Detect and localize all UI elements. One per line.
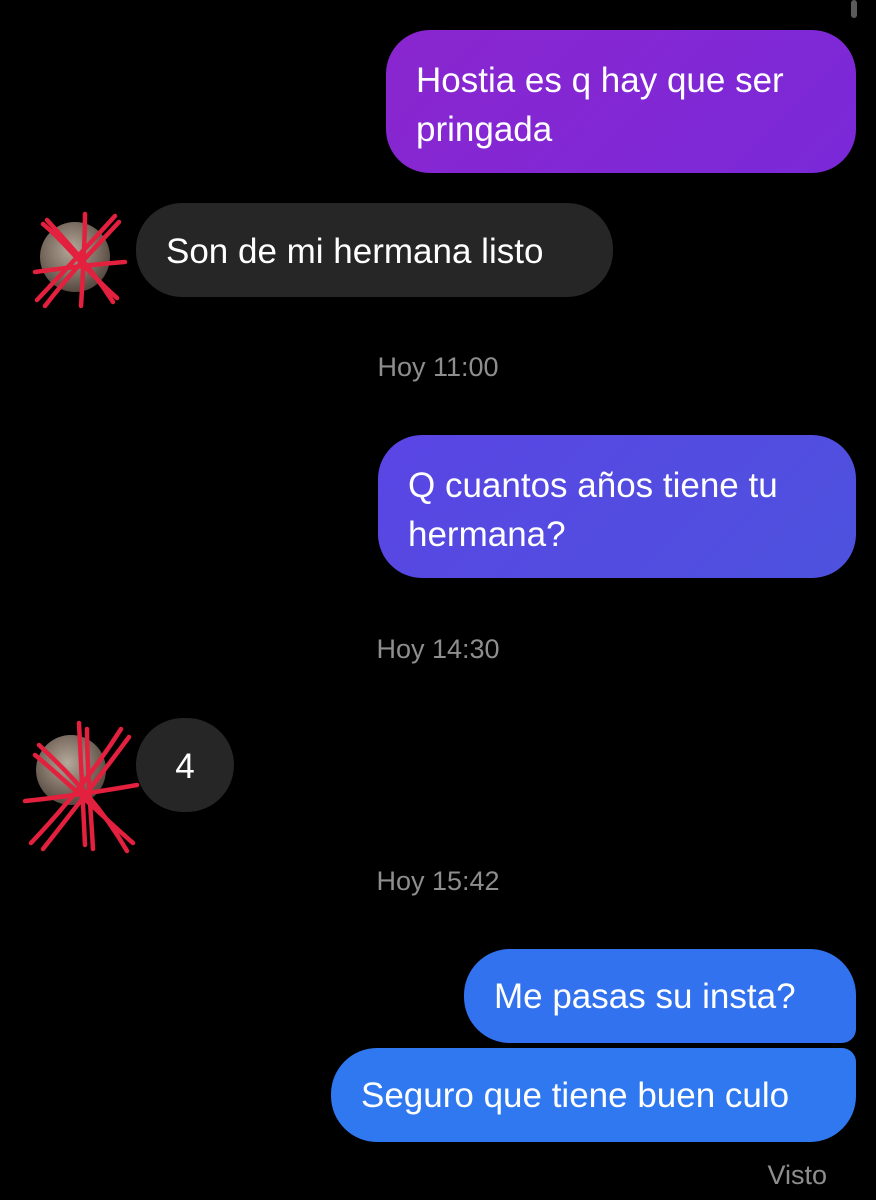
outgoing-message-bubble[interactable]: Q cuantos años tiene tu hermana?	[378, 435, 856, 578]
message-text: Hostia es q hay que ser pringada	[416, 61, 784, 149]
timestamp: Hoy 15:42	[376, 866, 500, 896]
contact-avatar[interactable]	[22, 720, 140, 854]
message-text: Me pasas su insta?	[494, 977, 796, 1016]
scribble-cross-icon	[22, 720, 140, 854]
scrollbar[interactable]	[851, 0, 857, 18]
outgoing-message-bubble[interactable]: Me pasas su insta?	[464, 949, 856, 1043]
message-text: Seguro que tiene buen culo	[361, 1076, 790, 1115]
scribble-cross-icon	[32, 211, 128, 309]
outgoing-message-bubble[interactable]: Seguro que tiene buen culo	[331, 1048, 856, 1142]
timestamp: Hoy 11:00	[377, 352, 499, 382]
incoming-message-bubble[interactable]: Son de mi hermana listo	[136, 203, 613, 297]
outgoing-message-bubble[interactable]: Hostia es q hay que ser pringada	[386, 30, 856, 173]
message-text: 4	[175, 747, 195, 786]
contact-avatar[interactable]	[32, 211, 128, 309]
message-text: Son de mi hermana listo	[166, 232, 544, 271]
incoming-message-bubble[interactable]: 4	[136, 718, 234, 812]
timestamp: Hoy 14:30	[376, 634, 500, 664]
message-text: Q cuantos años tiene tu hermana?	[408, 466, 778, 554]
seen-status: Visto	[767, 1160, 827, 1190]
